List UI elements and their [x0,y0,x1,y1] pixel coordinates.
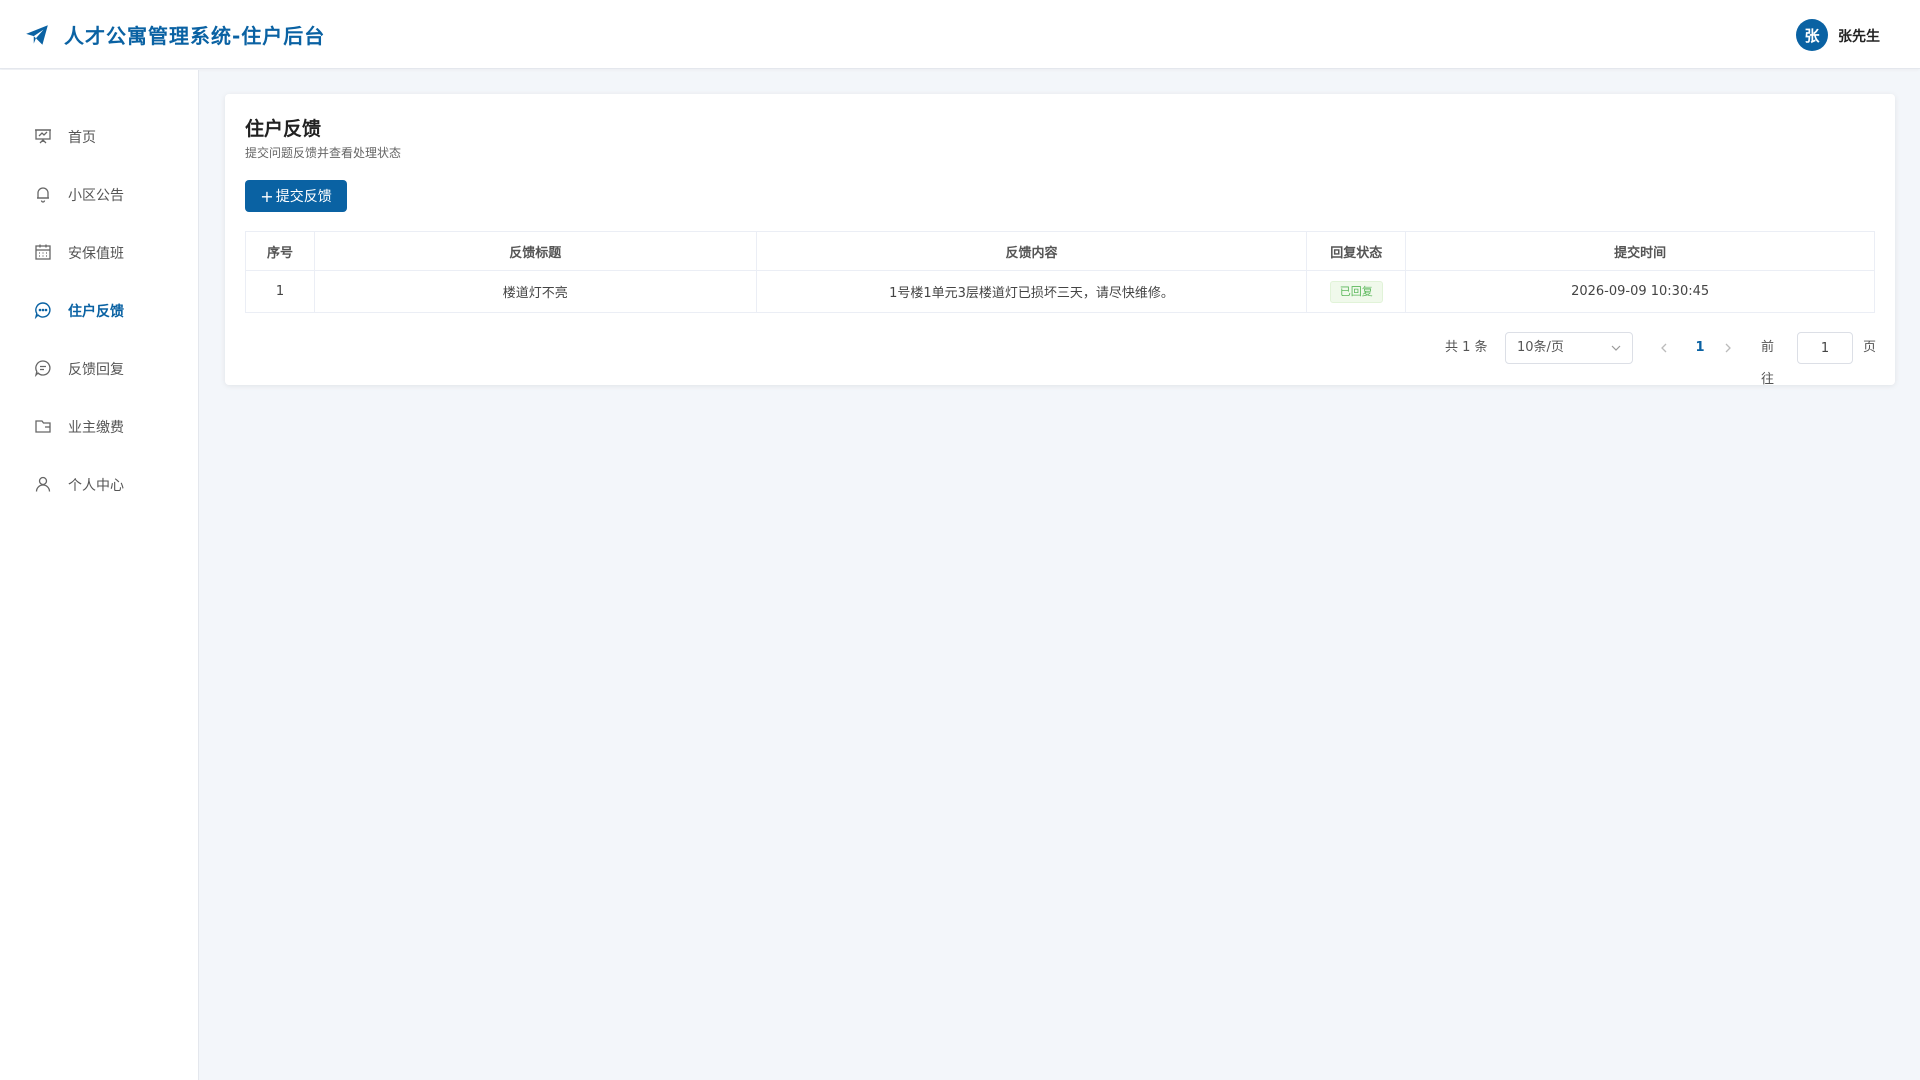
plus-icon: + [260,186,274,206]
sidebar-item-label: 个人中心 [68,478,124,494]
table-header-row: 序号 反馈标题 反馈内容 回复状态 提交时间 [245,231,1875,271]
avatar[interactable]: 张 [1796,19,1828,51]
sidebar-item-label: 小区公告 [68,188,124,204]
pagination-total: 共 1 条 [1445,340,1488,355]
app-title: 人才公寓管理系统-住户后台 [64,24,326,48]
page-size-select[interactable]: 10条/页 [1505,332,1633,364]
message-icon [34,360,51,377]
cell-content: 1号楼1单元3层楼道灯已损坏三天，请尽快维修。 [755,270,1308,313]
column-header-index: 序号 [245,231,315,271]
page-size-value: 10条/页 [1517,340,1564,355]
sidebar-item-feedback-reply[interactable]: 反馈回复 [0,348,198,388]
page-number-current[interactable]: 1 [1688,332,1712,364]
feedback-card: 住户反馈 提交问题反馈并查看处理状态 + 提交反馈 序号 反馈标题 反馈内容 回… [225,94,1895,387]
column-header-status: 回复状态 [1306,231,1407,271]
goto-label: 前往 [1761,340,1775,387]
page-subtitle: 提交问题反馈并查看处理状态 [245,146,402,160]
sidebar-item-announcements[interactable]: 小区公告 [0,174,198,214]
user-name[interactable]: 张先生 [1838,26,1880,46]
status-badge: 已回复 [1329,280,1383,303]
cell-time: 2026-09-09 10:30:45 [1405,270,1875,313]
chat-bubble-icon [34,302,51,319]
calendar-icon [35,244,51,260]
presentation-icon [35,129,51,144]
cell-index: 1 [245,270,315,313]
sidebar-item-payment[interactable]: 业主缴费 [0,406,198,446]
sidebar-item-security-duty[interactable]: 安保值班 [0,232,198,272]
wallet-icon [35,420,51,433]
sidebar-item-home[interactable]: 首页 [0,116,198,156]
table-row[interactable]: 1 楼道灯不亮 1号楼1单元3层楼道灯已损坏三天，请尽快维修。 已回复 2026… [245,270,1875,313]
column-header-time: 提交时间 [1405,231,1875,271]
top-header: 人才公寓管理系统-住户后台 张 张先生 [0,0,1920,69]
column-header-content: 反馈内容 [755,231,1308,271]
sidebar-item-profile[interactable]: 个人中心 [0,464,198,504]
bell-icon [37,187,49,203]
submit-feedback-label: 提交反馈 [275,189,332,205]
sidebar-item-label: 业主缴费 [68,420,124,436]
user-icon [35,476,51,492]
goto-page-input[interactable] [1797,332,1853,364]
submit-feedback-button[interactable]: + 提交反馈 [245,180,347,212]
sidebar: 首页 小区公告 安保值班 住户反馈 反馈回复 业主缴费 个人中心 [0,70,199,1080]
sidebar-item-label: 反馈回复 [68,362,124,378]
sidebar-item-feedback[interactable]: 住户反馈 [0,290,198,330]
goto-suffix: 页 [1863,340,1877,355]
paper-plane-icon [26,25,48,45]
cell-title: 楼道灯不亮 [313,270,757,313]
feedback-table: 序号 反馈标题 反馈内容 回复状态 提交时间 1 楼道灯不亮 1号楼1单元3层楼… [245,231,1875,313]
cell-status: 已回复 [1306,270,1407,313]
sidebar-item-label: 安保值班 [68,246,124,262]
page-title: 住户反馈 [245,118,322,140]
column-header-title: 反馈标题 [313,231,757,271]
prev-page-icon[interactable] [1657,341,1671,355]
next-page-icon[interactable] [1721,341,1735,355]
chevron-down-icon [1611,345,1621,351]
sidebar-item-label: 住户反馈 [68,304,124,320]
sidebar-item-label: 首页 [68,130,96,146]
